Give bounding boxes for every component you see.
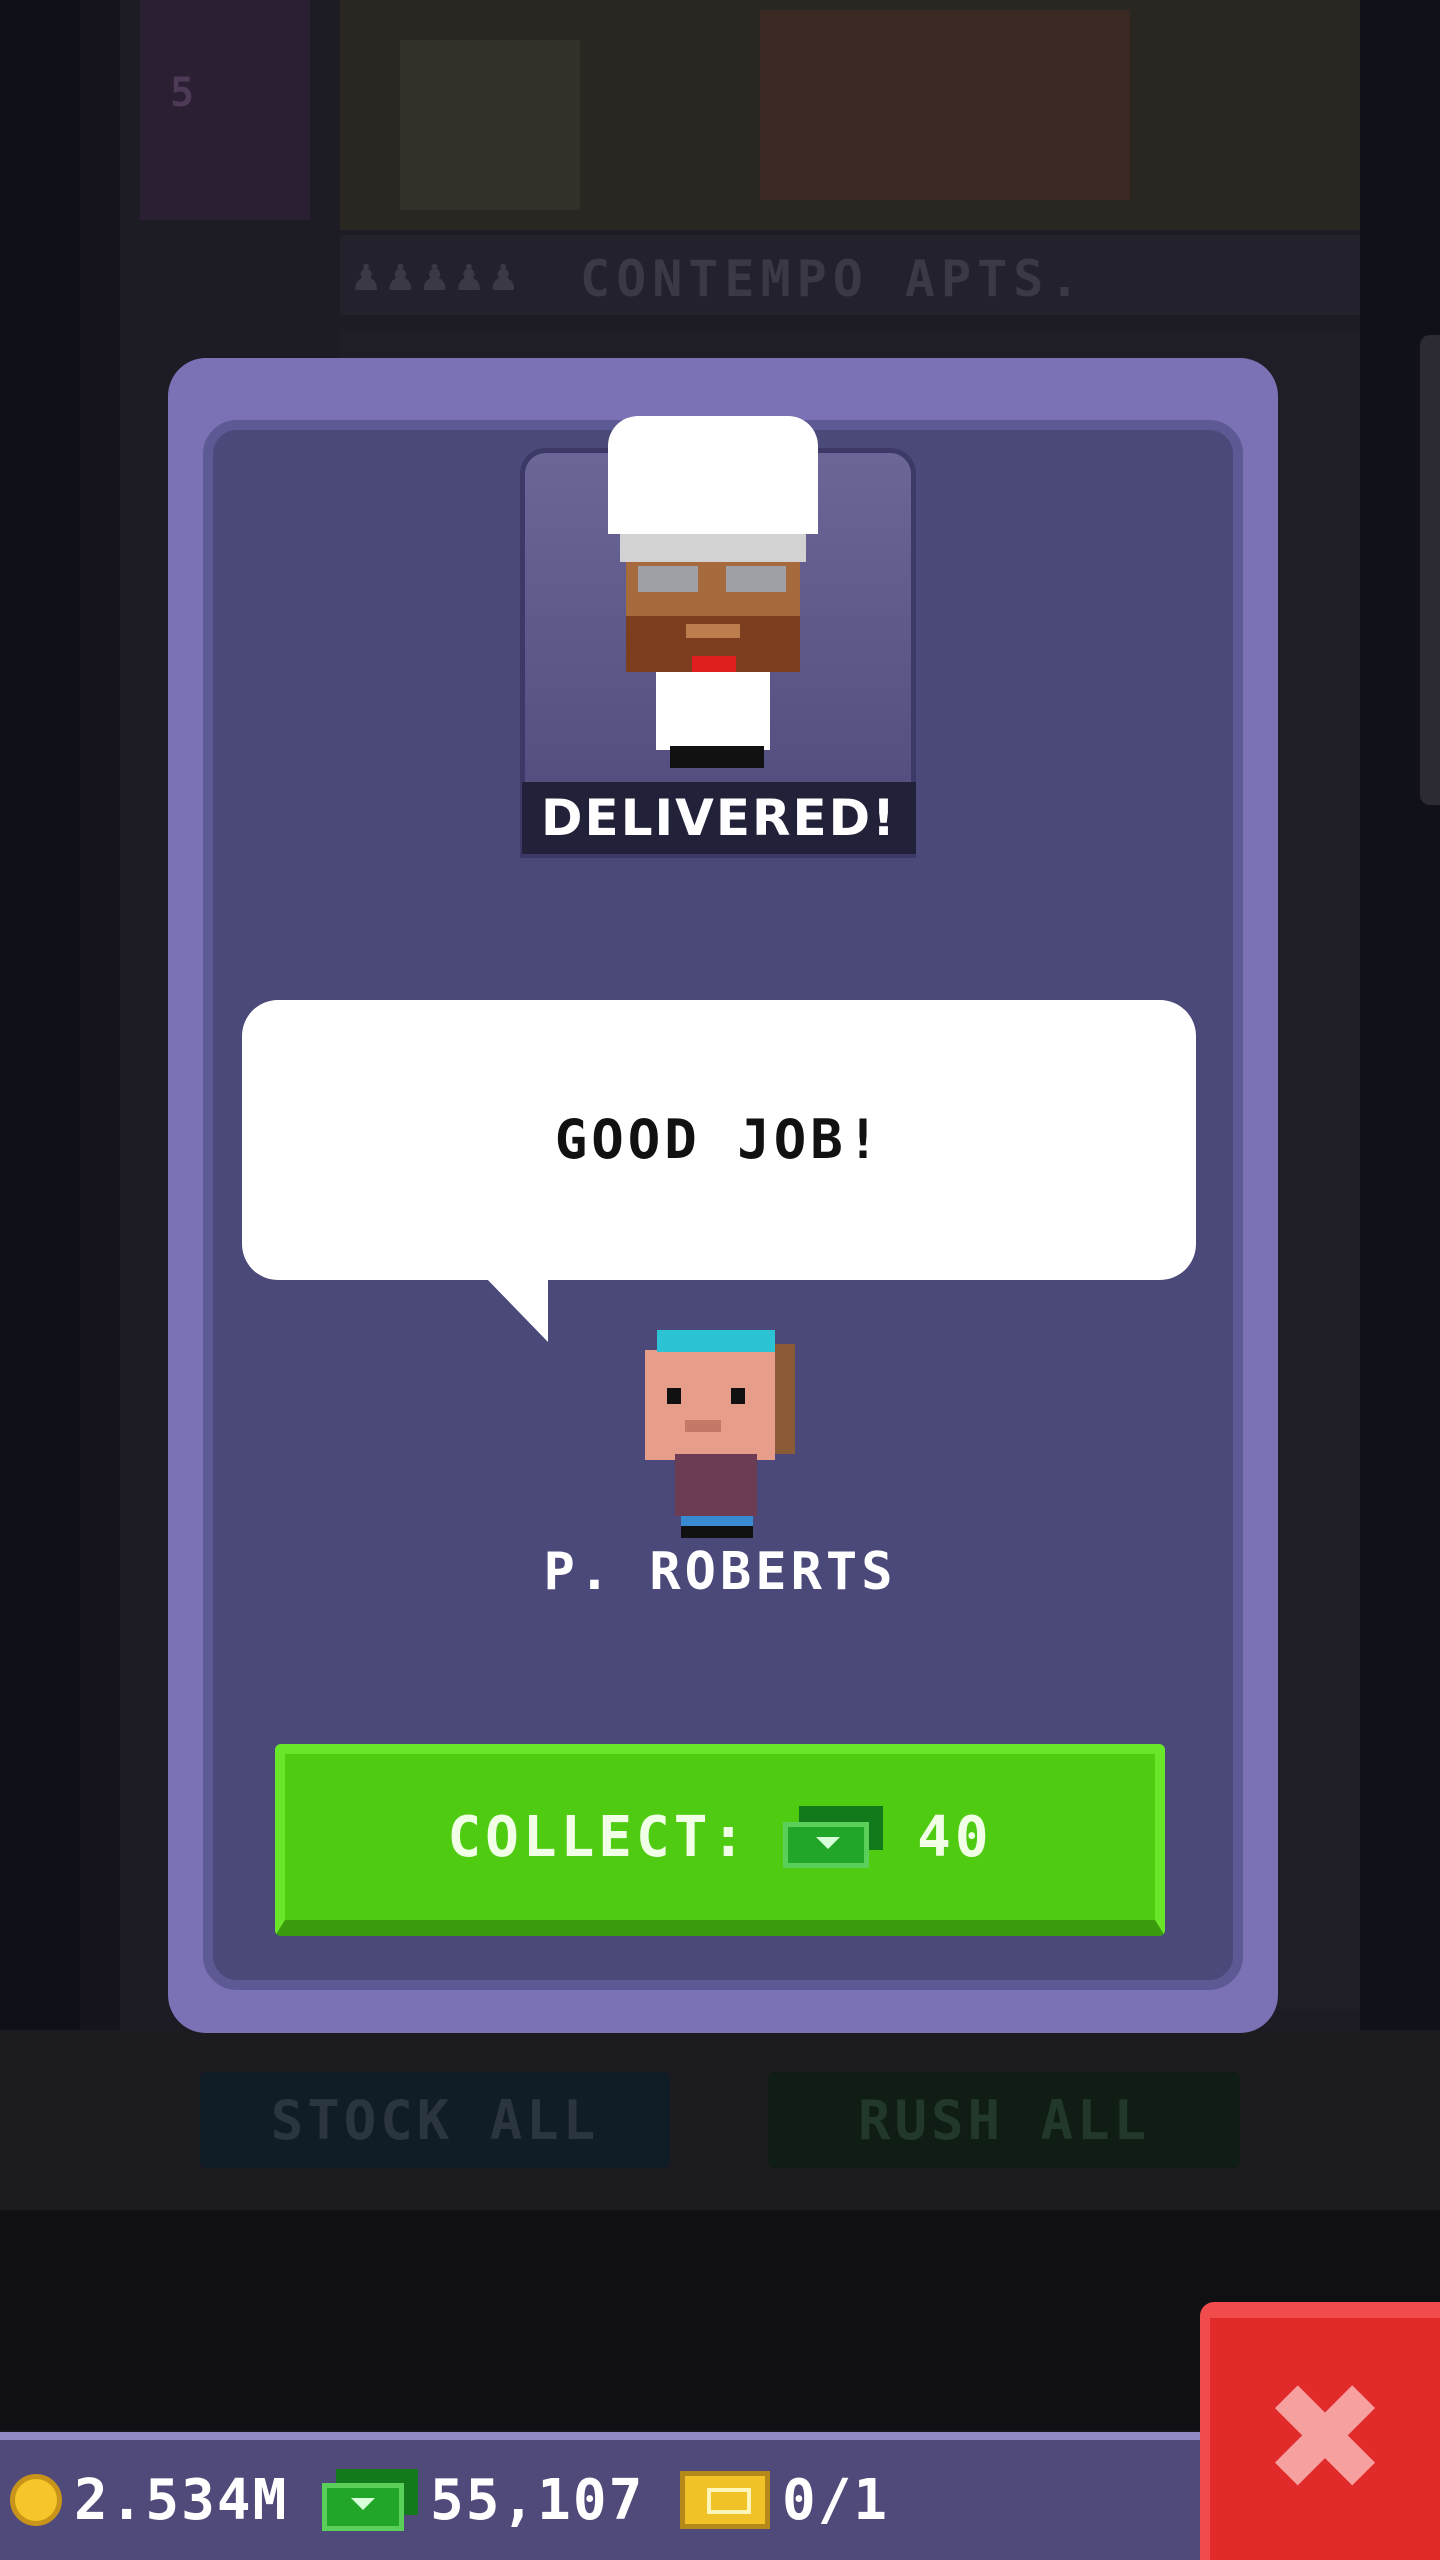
rush-all-button: RUSH ALL	[768, 2072, 1240, 2168]
coin-icon	[10, 2474, 62, 2526]
bux-icon	[783, 1806, 884, 1868]
speech-bubble-tail	[484, 1276, 548, 1342]
room-decoration	[400, 40, 580, 210]
coins-value: 2.534M	[74, 2467, 289, 2533]
collect-amount: 40	[917, 1804, 993, 1870]
elevator-shaft-left	[0, 0, 80, 2030]
chef-coat	[656, 672, 770, 750]
coins-display: 2.534M	[10, 2455, 288, 2545]
tickets-display: 0/1	[680, 2455, 889, 2545]
room-decoration	[760, 10, 1130, 200]
close-button[interactable]: ✖	[1200, 2302, 1440, 2560]
chef-avatar	[608, 416, 818, 768]
close-icon: ✖	[1262, 2352, 1388, 2526]
bitizen-head	[645, 1350, 775, 1460]
side-tab	[1420, 335, 1440, 805]
bitizen-eye	[731, 1388, 745, 1404]
chef-hat-band	[620, 534, 806, 562]
bitizen-eye	[667, 1388, 681, 1404]
bitizen-shirt	[675, 1454, 757, 1516]
stock-all-button: STOCK ALL	[200, 2072, 670, 2168]
floor-room	[340, 0, 1360, 230]
bitizen-feet	[681, 1526, 753, 1538]
elevator-floor-number: 5	[170, 70, 195, 116]
chef-hat	[608, 416, 818, 534]
ticket-icon	[680, 2471, 770, 2529]
collect-button[interactable]: COLLECT: 40	[275, 1744, 1165, 1936]
floor-label: CONTEMPO APTS.	[580, 250, 1086, 308]
bux-icon	[322, 2469, 418, 2531]
bux-display: 55,107	[322, 2455, 644, 2545]
chef-mouth	[686, 624, 740, 638]
bitizen-avatar	[645, 1330, 795, 1538]
chef-glasses	[638, 566, 698, 592]
bux-value: 55,107	[430, 2467, 645, 2533]
bitizen-nose	[685, 1420, 721, 1432]
chef-feet	[670, 746, 764, 768]
bitizen-headband	[657, 1330, 775, 1352]
chef-glasses	[726, 566, 786, 592]
resident-icons: ♟♟♟♟♟	[350, 258, 522, 299]
elevator-shaft-right	[1360, 0, 1440, 2030]
tickets-value: 0/1	[782, 2467, 890, 2533]
bitizen-name: P. ROBERTS	[543, 1542, 897, 1602]
collect-label: COLLECT:	[447, 1804, 750, 1870]
speech-text: GOOD JOB!	[554, 1108, 884, 1171]
elevator-car	[140, 0, 310, 220]
delivered-label: DELIVERED!	[522, 782, 916, 854]
